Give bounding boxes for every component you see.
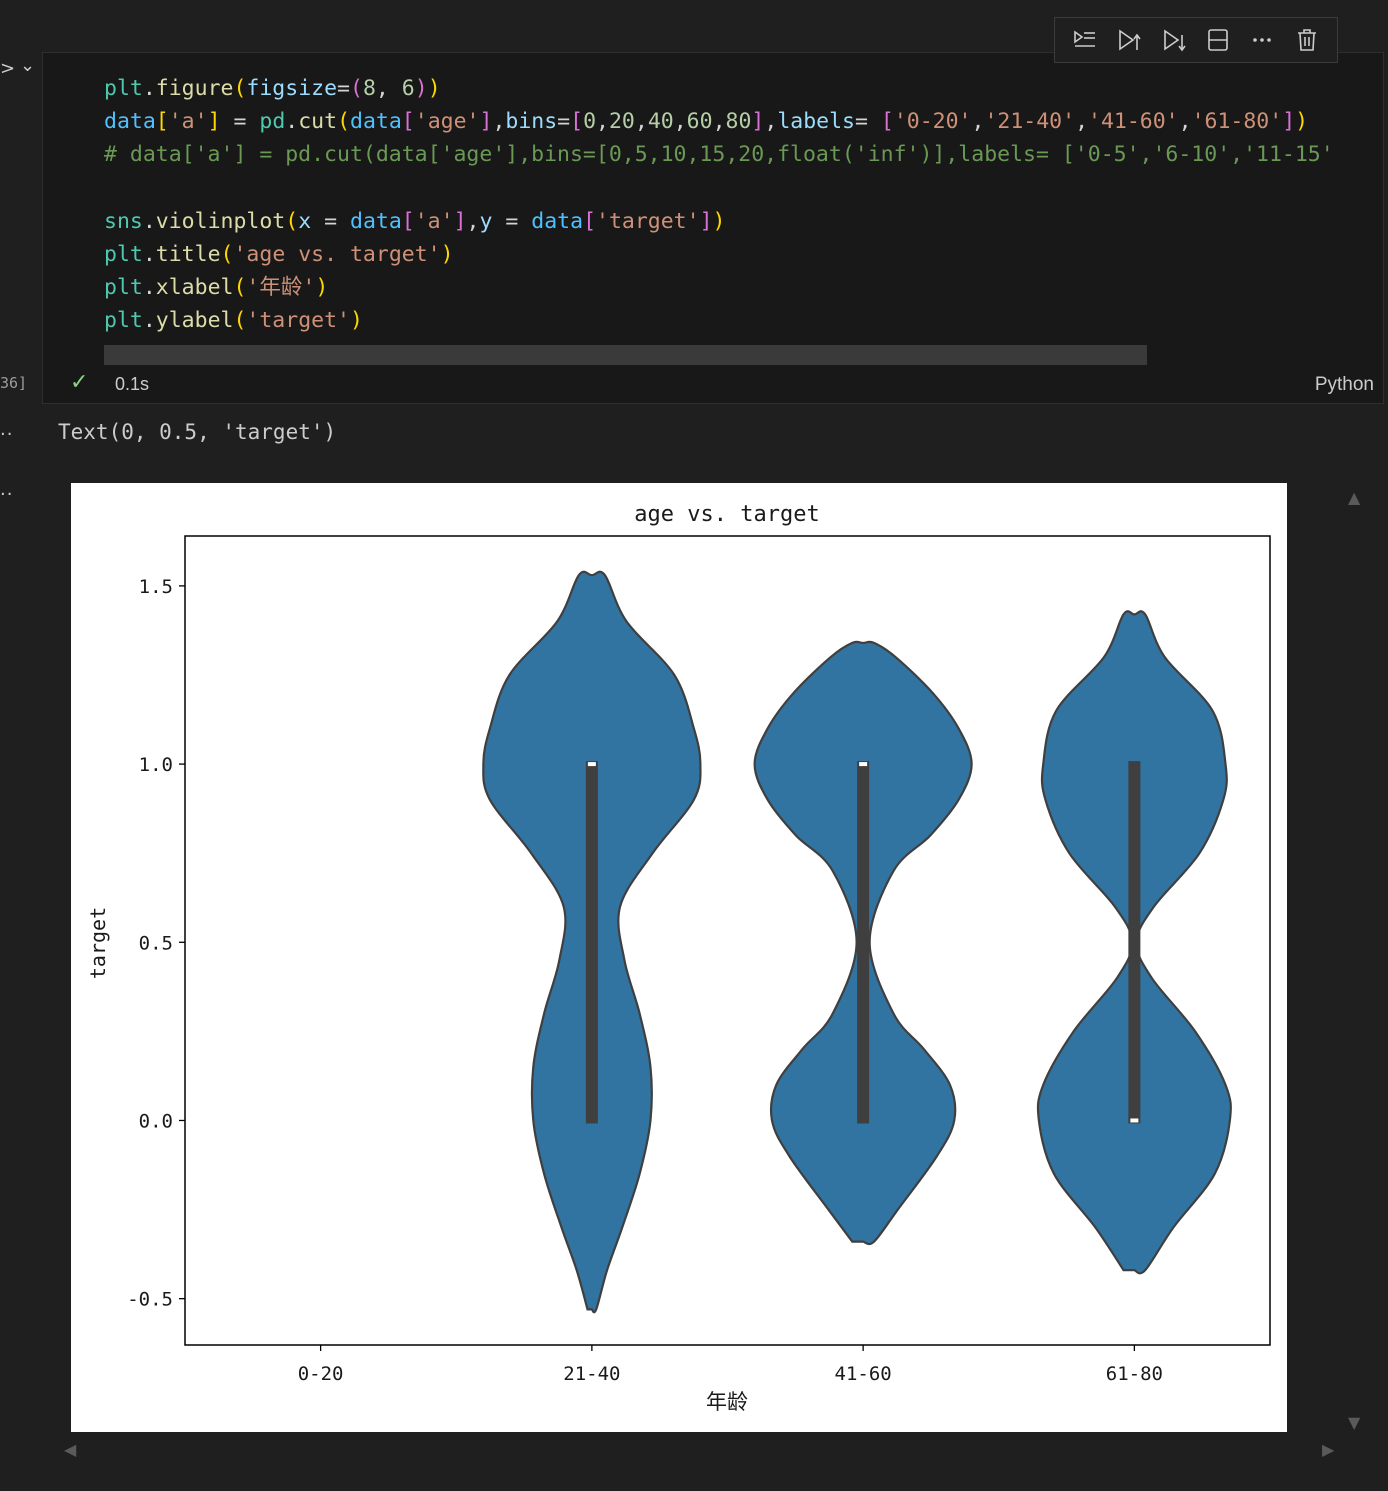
success-check-icon: ✓: [70, 370, 89, 395]
output-more-icon[interactable]: ··: [0, 484, 13, 505]
delete-cell-icon[interactable]: [1292, 25, 1322, 55]
run-below-icon[interactable]: [1159, 25, 1189, 55]
run-by-line-icon[interactable]: [1070, 25, 1100, 55]
scroll-right-icon[interactable]: ▶: [1322, 1440, 1334, 1459]
scroll-down-icon[interactable]: ▼: [1348, 1413, 1360, 1432]
code-line[interactable]: # data['a'] = pd.cut(data['age'],bins=[0…: [104, 138, 1334, 171]
execution-duration: 0.1s: [115, 374, 150, 394]
scroll-left-icon[interactable]: ◀: [64, 1440, 76, 1459]
execution-count: 36]: [0, 374, 28, 392]
iqr-bar: [1128, 761, 1141, 1124]
median-marker: [859, 762, 868, 767]
y-axis-label: target: [86, 907, 110, 979]
notebook-view: > ⌄ 36] ·· ·· plt.figure(figsize=(8, 6))…: [0, 0, 1388, 1491]
code-editor[interactable]: plt.figure(figsize=(8, 6)) data['a'] = pd…: [104, 72, 1334, 338]
cell-toolbar: [1054, 17, 1338, 63]
x-tick-label: 61-80: [1106, 1363, 1163, 1385]
median-marker: [1130, 1118, 1139, 1123]
more-actions-icon[interactable]: [1247, 25, 1277, 55]
code-line[interactable]: data['a'] = pd.cut(data['age'],bins=[0,2…: [104, 105, 1334, 138]
code-line[interactable]: [104, 172, 1334, 205]
horizontal-scrollbar[interactable]: [104, 345, 1147, 365]
chart-title: age vs. target: [634, 502, 819, 527]
split-cell-icon[interactable]: [1203, 25, 1233, 55]
violin-chart: age vs. target -0.5 0.0 0.5 1.0 1.5 0-20 21-40 4…: [86, 502, 1271, 1414]
y-tick-label: 0.5: [139, 932, 173, 954]
expand-cell-icon[interactable]: >: [0, 58, 15, 79]
code-line[interactable]: plt.xlabel('年龄'): [104, 271, 1334, 304]
x-tick-label: 21-40: [563, 1363, 620, 1385]
output-text: Text(0, 0.5, 'target'): [58, 420, 337, 444]
x-tick-label: 41-60: [835, 1363, 892, 1385]
y-tick-label: 1.5: [139, 576, 173, 598]
code-line[interactable]: sns.violinplot(x = data['a'],y = data['t…: [104, 205, 1334, 238]
x-axis-label: 年龄: [706, 1390, 748, 1414]
collapse-cell-icon[interactable]: ⌄: [20, 55, 35, 76]
output-more-icon[interactable]: ··: [0, 424, 13, 445]
scroll-up-icon[interactable]: ▲: [1348, 488, 1360, 507]
output-figure: age vs. target -0.5 0.0 0.5 1.0 1.5 0-20 21-40 4…: [71, 483, 1287, 1432]
x-tick-label: 0-20: [298, 1363, 344, 1385]
code-line[interactable]: plt.ylabel('target'): [104, 304, 1334, 337]
cell-language[interactable]: Python: [1315, 374, 1374, 396]
median-marker: [587, 762, 596, 767]
y-tick-label: 1.0: [139, 754, 173, 776]
iqr-bar: [857, 761, 870, 1124]
code-line[interactable]: plt.figure(figsize=(8, 6)): [104, 72, 1334, 105]
iqr-bar: [585, 761, 598, 1124]
y-tick-label: -0.5: [127, 1289, 173, 1311]
run-above-icon[interactable]: [1114, 25, 1144, 55]
y-tick-label: 0.0: [139, 1110, 173, 1132]
code-line[interactable]: plt.title('age vs. target'): [104, 238, 1334, 271]
